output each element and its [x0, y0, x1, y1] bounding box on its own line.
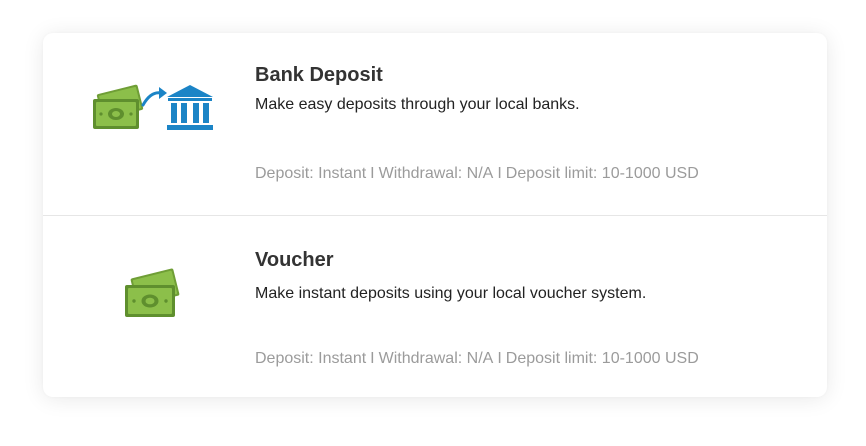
deposit-limit: Deposit limit: 10-1000 USD	[505, 350, 699, 367]
meta-separator: I	[370, 350, 375, 367]
method-meta: Deposit: Instant I Withdrawal: N/A I Deposit…	[255, 165, 699, 183]
deposit-speed: Deposit: Instant	[255, 350, 367, 367]
payment-method-bank-deposit[interactable]: Bank Deposit Make easy deposits through …	[43, 33, 827, 215]
withdrawal-info: Withdrawal: N/A	[378, 165, 494, 182]
bank-icon	[167, 85, 213, 130]
arrow-icon	[141, 87, 167, 107]
method-meta: Deposit: Instant I Withdrawal: N/A I Deposit…	[255, 350, 699, 368]
bank-deposit-icon-group	[91, 83, 217, 135]
cash-icon	[93, 84, 144, 129]
deposit-limit: Deposit limit: 10-1000 USD	[505, 165, 699, 182]
payment-method-voucher[interactable]: Voucher Make instant deposits using your…	[43, 216, 827, 397]
withdrawal-info: Withdrawal: N/A	[378, 350, 494, 367]
meta-separator: I	[497, 165, 502, 182]
method-description: Make instant deposits using your local v…	[255, 285, 647, 302]
voucher-icon-group	[123, 267, 183, 319]
cash-icon	[125, 268, 180, 317]
method-title: Voucher	[255, 249, 334, 271]
meta-separator: I	[497, 350, 502, 367]
meta-separator: I	[370, 165, 375, 182]
deposit-speed: Deposit: Instant	[255, 165, 367, 182]
payment-methods-card: Bank Deposit Make easy deposits through …	[43, 33, 827, 397]
method-title: Bank Deposit	[255, 64, 383, 86]
method-description: Make easy deposits through your local ba…	[255, 96, 580, 113]
